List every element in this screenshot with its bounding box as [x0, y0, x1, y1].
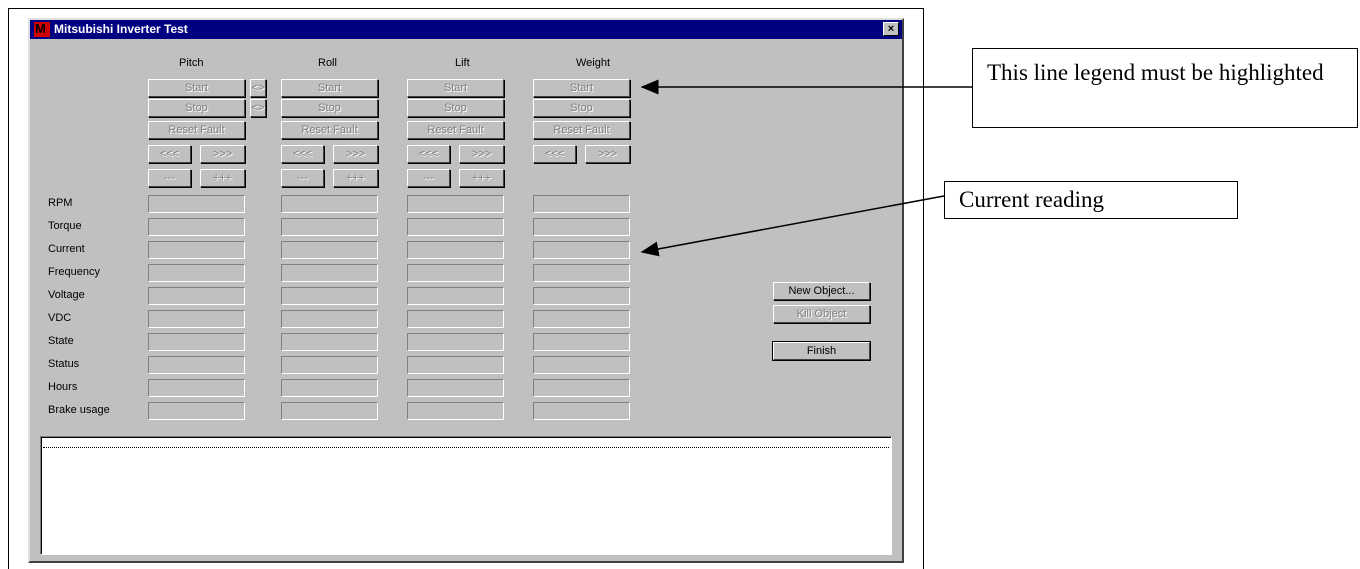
- current-arrow: [640, 195, 945, 257]
- annotation-arrows: [640, 79, 972, 257]
